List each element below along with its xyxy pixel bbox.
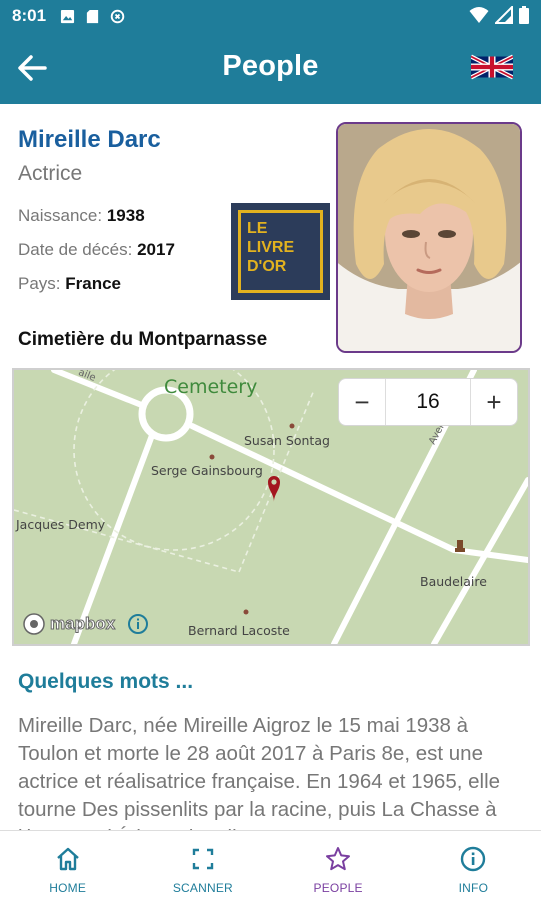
nav-info-label: INFO [458, 881, 489, 895]
death-value: 2017 [137, 240, 175, 259]
person-portrait [336, 122, 522, 353]
about-text: Mireille Darc, née Mireille Aigroz le 15… [18, 714, 501, 830]
map-area-label: Cemetery [164, 376, 258, 398]
nav-people[interactable]: PEOPLE [271, 831, 406, 900]
home-icon [56, 847, 79, 871]
nav-home-label: HOME [49, 881, 87, 895]
cemetery-map[interactable]: Cemetery Susan Sontag Serge Gainsbourg J… [12, 368, 530, 646]
battery-icon [519, 6, 529, 24]
map-place-label: Baudelaire [420, 574, 487, 589]
map-place-label: Jacques Demy [16, 517, 106, 532]
livre-dor-line: LE [247, 220, 268, 237]
birth-label: Naissance: [18, 206, 103, 225]
zoom-in-button[interactable]: + [471, 379, 517, 425]
map-info-icon[interactable] [127, 613, 149, 635]
status-time: 8:01 [12, 6, 47, 25]
country-label: Pays: [18, 274, 61, 293]
portrait-image [338, 124, 520, 351]
livre-dor-line: LIVRE [247, 239, 295, 256]
cemetery-title: Cimetière du Montparnasse [18, 329, 268, 350]
map-place-label: Bernard Lacoste [188, 623, 290, 638]
star-icon [326, 847, 351, 871]
livre-dor-line: D'OR [247, 258, 287, 275]
birth-info: Naissance: 1938 [18, 206, 145, 226]
signal-icon [495, 6, 513, 24]
page-title: People [222, 50, 319, 82]
zoom-out-button[interactable]: − [339, 379, 385, 425]
sd-card-icon [86, 9, 99, 23]
app-bar: People [0, 32, 541, 104]
birth-value: 1938 [106, 206, 145, 225]
country-info: Pays: France [18, 274, 121, 294]
nav-info[interactable]: INFO [406, 831, 541, 900]
mapbox-wordmark: mapbox [49, 614, 116, 634]
info-icon [461, 846, 486, 872]
mapbox-logo-icon [23, 613, 45, 635]
mapbox-attribution[interactable]: mapbox [22, 612, 149, 636]
data-saver-icon [110, 9, 125, 23]
nav-scanner-label: SCANNER [172, 881, 233, 895]
country-value: France [65, 274, 122, 293]
bottom-navigation: HOME SCANNER PEOPLE INFO [0, 830, 541, 900]
map-zoom-control: − 16 + [338, 378, 518, 426]
person-detail-content[interactable]: Mireille Darc Actrice Naissance: 1938 Da… [0, 104, 541, 830]
livre-dor-button[interactable]: LE LIVRE D'OR [231, 203, 330, 300]
nav-scanner[interactable]: SCANNER [135, 831, 270, 900]
wifi-icon [469, 7, 489, 23]
death-label: Date de décés: [18, 240, 133, 259]
scan-frame-icon [192, 848, 214, 870]
zoom-level-value: 16 [385, 379, 471, 425]
map-place-label: Susan Sontag [244, 433, 330, 448]
image-notification-icon [60, 9, 75, 23]
map-place-label: Serge Gainsbourg [151, 463, 263, 478]
livre-dor-logo: LE LIVRE D'OR [238, 210, 323, 293]
nav-people-label: PEOPLE [313, 881, 363, 895]
person-role: Actrice [18, 162, 83, 185]
status-system-icons [469, 6, 529, 24]
nav-home[interactable]: HOME [0, 831, 135, 900]
death-info: Date de décés: 2017 [18, 240, 175, 260]
status-bar: 8:01 [0, 0, 541, 32]
person-name: Mireille Darc [18, 126, 161, 153]
uk-flag-icon[interactable] [471, 52, 513, 82]
status-notification-icons [60, 9, 125, 24]
about-title: Quelques mots ... [18, 670, 194, 693]
